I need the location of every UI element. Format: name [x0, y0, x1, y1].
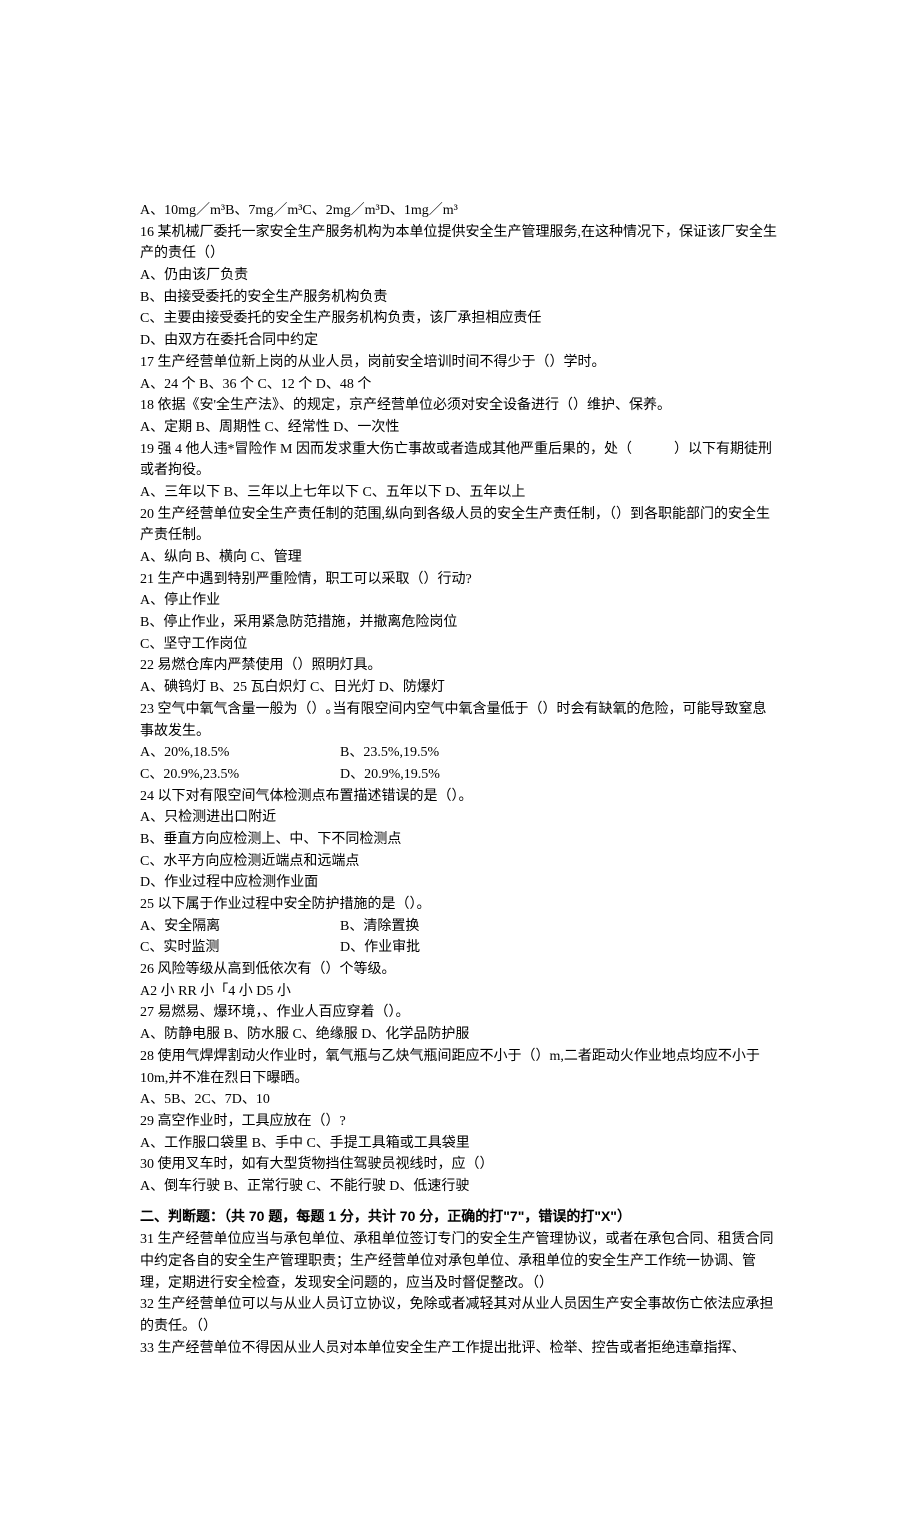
option: C、20.9%,23.5%	[140, 764, 340, 786]
text-line: B、停止作业，采用紧急防范措施，并撤离危险岗位	[140, 612, 780, 634]
text-line: D、由双方在委托合同中约定	[140, 330, 780, 352]
text-line: B、垂直方向应检测上、中、下不同检测点	[140, 829, 780, 851]
text-line: 17 生产经营单位新上岗的从业人员，岗前安全培训时间不得少于（）学时。	[140, 352, 780, 374]
text-line: B、由接受委托的安全生产服务机构负责	[140, 287, 780, 309]
option-row: C、20.9%,23.5%D、20.9%,19.5%	[140, 764, 780, 786]
option-row: A、20%,18.5%B、23.5%,19.5%	[140, 742, 780, 764]
text-line: 23 空气中氧气含量一般为（）｡当有限空间内空气中氧含量低于（）时会有缺氧的危险…	[140, 699, 780, 742]
text-line: A2 小 RR 小「4 小 D5 小	[140, 981, 780, 1003]
text-line: A、5B、2C、7D、10	[140, 1089, 780, 1111]
option: A、安全隔离	[140, 916, 340, 938]
text-line: A、纵向 B、横向 C、管理	[140, 547, 780, 569]
text-line: 29 高空作业时，工具应放在（）?	[140, 1111, 780, 1133]
text-line: A、定期 B、周期性 C、经常性 D、一次性	[140, 417, 780, 439]
text-line: D、作业过程中应检测作业面	[140, 872, 780, 894]
text-line: A、10mg／m³B、7mg／m³C、2mg／m³D、1mg／m³	[140, 200, 780, 222]
section-title: 二、判断题：（共 70 题，每题 1 分，共计 70 分，正确的打"7"，错误的…	[140, 1206, 780, 1228]
text-line: A、碘钨灯 B、25 瓦白炽灯 C、日光灯 D、防爆灯	[140, 677, 780, 699]
text-line: A、防静电服 B、防水服 C、绝缘服 D、化学品防护服	[140, 1024, 780, 1046]
option: B、23.5%,19.5%	[340, 742, 439, 764]
text-line: C、水平方向应检测近端点和远端点	[140, 851, 780, 873]
text-line: A、工作服口袋里 B、手中 C、手提工具箱或工具袋里	[140, 1133, 780, 1155]
option: A、20%,18.5%	[140, 742, 340, 764]
text-line: 25 以下属于作业过程中安全防护措施的是（）。	[140, 894, 780, 916]
text-line: A、倒车行驶 B、正常行驶 C、不能行驶 D、低速行驶	[140, 1176, 780, 1198]
option: B、清除置换	[340, 916, 419, 938]
text-line: A、三年以下 B、三年以上七年以下 C、五年以下 D、五年以上	[140, 482, 780, 504]
text-line: 19 强 4 他人违*冒险作 M 因而发求重大伤亡事故或者造成其他严重后果的，处…	[140, 439, 780, 482]
text-line: A、仍由该厂负责	[140, 265, 780, 287]
text-line: 27 易燃易、爆环境，、作业人百应穿着（）。	[140, 1002, 780, 1024]
text-line: A、停止作业	[140, 590, 780, 612]
text-line: 18 依据《安'全生产法》、的规定，京产经营单位必须对安全设备进行（）维护、保养…	[140, 395, 780, 417]
text-line: 21 生产中遇到特别严重险情，职工可以采取（）行动?	[140, 569, 780, 591]
option: D、作业审批	[340, 937, 420, 959]
text-line: 24 以下对有限空间气体检测点布置描述错误的是（）。	[140, 786, 780, 808]
text-line: 20 生产经营单位安全生产责任制的范围,纵向到各级人员的安全生产责任制，（）到各…	[140, 504, 780, 547]
text-line: A、24 个 B、36 个 C、12 个 D、48 个	[140, 374, 780, 396]
text-line: 30 使用叉车时，如有大型货物挡住驾驶员视线时，应（）	[140, 1154, 780, 1176]
text-line: C、坚守工作岗位	[140, 634, 780, 656]
text-line: A、只检测进出口附近	[140, 807, 780, 829]
option: C、实时监测	[140, 937, 340, 959]
text-line: 28 使用气焊焊割动火作业时，氧气瓶与乙炔气瓶间距应不小于（）m,二者距动火作业…	[140, 1046, 780, 1089]
text-line: 26 风险等级从高到低依次有（）个等级。	[140, 959, 780, 981]
option-row: C、实时监测D、作业审批	[140, 937, 780, 959]
text-line: 33 生产经营单位不得因从业人员对本单位安全生产工作提出批评、检举、控告或者拒绝…	[140, 1338, 780, 1360]
text-line: C、主要由接受委托的安全生产服务机构负责，该厂承担相应责任	[140, 308, 780, 330]
text-line: 22 易燃仓库内严禁使用（）照明灯具。	[140, 655, 780, 677]
text-line: 31 生产经营单位应当与承包单位、承租单位签订专门的安全生产管理协议，或者在承包…	[140, 1229, 780, 1294]
text-line: 16 某机械厂委托一家安全生产服务机构为本单位提供安全生产管理服务,在这种情况下…	[140, 222, 780, 265]
option: D、20.9%,19.5%	[340, 764, 440, 786]
option-row: A、安全隔离B、清除置换	[140, 916, 780, 938]
